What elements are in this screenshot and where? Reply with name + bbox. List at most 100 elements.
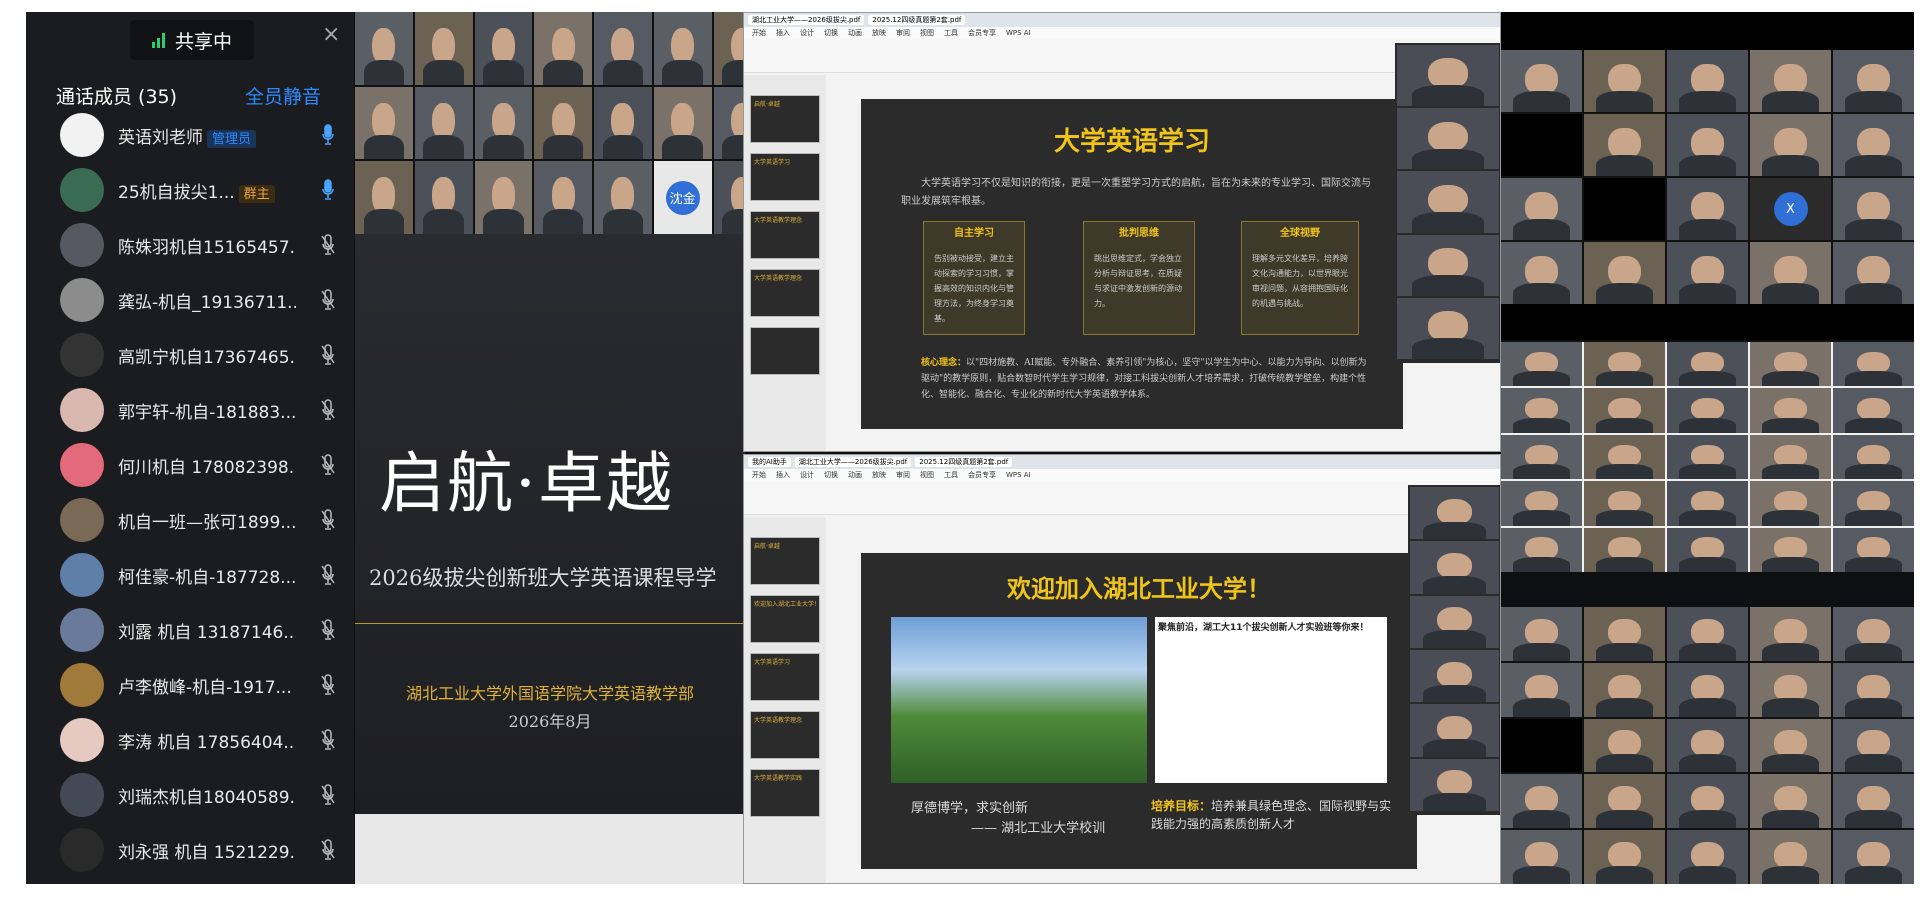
video-tile[interactable] — [1750, 527, 1831, 572]
slide-thumbnail[interactable]: 大学英语教学理念 — [750, 269, 820, 317]
microphone-muted-icon[interactable] — [321, 839, 335, 861]
mute-all-button[interactable]: 全员静音 — [245, 82, 321, 109]
microphone-muted-icon[interactable] — [321, 344, 335, 366]
video-tile[interactable] — [1833, 178, 1914, 240]
member-row[interactable]: 陈姝羽机自15165457... — [60, 220, 345, 270]
menu-item[interactable]: 开始 — [752, 28, 766, 38]
video-tile[interactable] — [1833, 114, 1914, 176]
microphone-muted-icon[interactable] — [321, 234, 335, 256]
video-tile[interactable] — [1667, 662, 1748, 717]
menu-item[interactable]: WPS AI — [1006, 29, 1031, 37]
video-tile[interactable] — [594, 12, 652, 85]
member-row[interactable]: 刘永强 机自 1521229... — [60, 825, 345, 875]
menu-item[interactable]: 插入 — [776, 470, 790, 480]
video-tile[interactable] — [1501, 388, 1582, 433]
video-tile[interactable] — [1584, 342, 1665, 387]
video-tile[interactable] — [1667, 242, 1748, 304]
video-tile[interactable] — [1410, 541, 1499, 594]
slide-thumbnail[interactable]: 大学英语教学理念 — [750, 711, 820, 759]
video-tile[interactable] — [653, 12, 712, 85]
menu-item[interactable]: 视图 — [920, 28, 934, 38]
video-tile[interactable] — [1501, 434, 1582, 480]
menu-item[interactable]: 放映 — [872, 470, 886, 480]
video-tile[interactable] — [1584, 527, 1665, 572]
video-tile[interactable] — [1501, 774, 1582, 829]
video-tile[interactable] — [1833, 527, 1914, 572]
member-row[interactable]: 龚弘-机自_19136711... — [60, 275, 345, 325]
video-tile[interactable] — [1584, 481, 1665, 526]
video-tile[interactable] — [653, 86, 712, 160]
video-tile[interactable] — [414, 12, 473, 85]
video-tile[interactable] — [1750, 718, 1831, 773]
wps-tab[interactable]: 湖北工业大学——2026级拔尖.pdf — [794, 457, 912, 467]
member-row[interactable]: 机自一班—张可1899... — [60, 495, 345, 545]
video-tile[interactable] — [1667, 434, 1748, 480]
video-tile[interactable]: 沈金 — [653, 161, 712, 234]
menu-item[interactable]: 工具 — [944, 470, 958, 480]
video-tile[interactable] — [1750, 114, 1831, 176]
slide-thumbnail[interactable]: 启航·卓越 — [750, 95, 820, 143]
video-tile[interactable] — [1667, 481, 1748, 526]
menu-item[interactable]: 审阅 — [896, 470, 910, 480]
video-tile[interactable] — [1501, 342, 1582, 387]
video-tile[interactable] — [474, 86, 533, 160]
menu-item[interactable]: WPS AI — [1006, 471, 1031, 479]
menu-item[interactable]: 视图 — [920, 470, 934, 480]
video-tile[interactable] — [1410, 704, 1499, 757]
video-tile[interactable] — [1397, 108, 1499, 170]
video-tile[interactable] — [1584, 774, 1665, 829]
video-tile[interactable] — [1750, 607, 1831, 661]
video-tile[interactable] — [1833, 607, 1914, 661]
video-tile[interactable] — [1410, 650, 1499, 703]
video-tile[interactable] — [1584, 718, 1665, 773]
video-tile[interactable] — [1833, 50, 1914, 112]
video-tile[interactable] — [1750, 50, 1831, 112]
slide-thumbnail[interactable]: 欢迎加入湖北工业大学！ — [750, 595, 820, 643]
menu-item[interactable]: 工具 — [944, 28, 958, 38]
video-tile[interactable] — [1584, 607, 1665, 661]
video-tile[interactable] — [355, 86, 413, 160]
slide-thumbnail[interactable]: 大学英语教学实践 — [750, 769, 820, 817]
video-tile[interactable] — [1750, 242, 1831, 304]
microphone-muted-icon[interactable] — [321, 509, 335, 531]
menu-item[interactable]: 切换 — [824, 470, 838, 480]
video-tile[interactable] — [474, 161, 533, 234]
video-tile[interactable] — [1501, 50, 1582, 112]
video-tile[interactable] — [1750, 662, 1831, 717]
video-tile[interactable] — [1397, 45, 1499, 107]
member-row[interactable]: 25机自拔尖1... 群主 — [60, 165, 345, 215]
video-tile[interactable] — [1584, 114, 1665, 176]
microphone-muted-icon[interactable] — [321, 729, 335, 751]
video-tile[interactable] — [1584, 178, 1665, 240]
video-tile[interactable] — [1501, 607, 1582, 661]
video-tile[interactable] — [1584, 662, 1665, 717]
member-row[interactable]: 李涛 机自 17856404... — [60, 715, 345, 765]
video-tile[interactable] — [1501, 481, 1582, 526]
video-tile[interactable] — [1750, 434, 1831, 480]
member-row[interactable]: 英语刘老师 管理员 — [60, 110, 345, 160]
slide-thumbnail[interactable]: 大学英语教学理念 — [750, 211, 820, 259]
video-tile[interactable] — [1667, 50, 1748, 112]
slide-thumbnail[interactable]: 大学英语学习 — [750, 653, 820, 701]
slide-thumbnail[interactable]: 启航·卓越 — [750, 537, 820, 585]
menu-item[interactable]: 设计 — [800, 470, 814, 480]
video-tile[interactable] — [1833, 662, 1914, 717]
video-tile[interactable] — [1410, 595, 1499, 648]
video-tile[interactable] — [1584, 434, 1665, 480]
menu-item[interactable]: 审阅 — [896, 28, 910, 38]
video-tile[interactable]: X — [1750, 178, 1831, 240]
video-tile[interactable] — [1750, 481, 1831, 526]
video-tile[interactable] — [1667, 527, 1748, 572]
menu-item[interactable]: 切换 — [824, 28, 838, 38]
menu-item[interactable]: 动画 — [848, 470, 862, 480]
menu-item[interactable]: 放映 — [872, 28, 886, 38]
microphone-icon[interactable] — [321, 179, 335, 201]
wps-tab[interactable]: 我的AI助手 — [748, 457, 791, 467]
menu-item[interactable]: 设计 — [800, 28, 814, 38]
video-tile[interactable] — [1833, 434, 1914, 480]
video-tile[interactable] — [1667, 114, 1748, 176]
video-tile[interactable] — [1501, 114, 1582, 176]
video-tile[interactable] — [1750, 830, 1831, 884]
video-tile[interactable] — [1667, 718, 1748, 773]
video-tile[interactable] — [1833, 342, 1914, 387]
